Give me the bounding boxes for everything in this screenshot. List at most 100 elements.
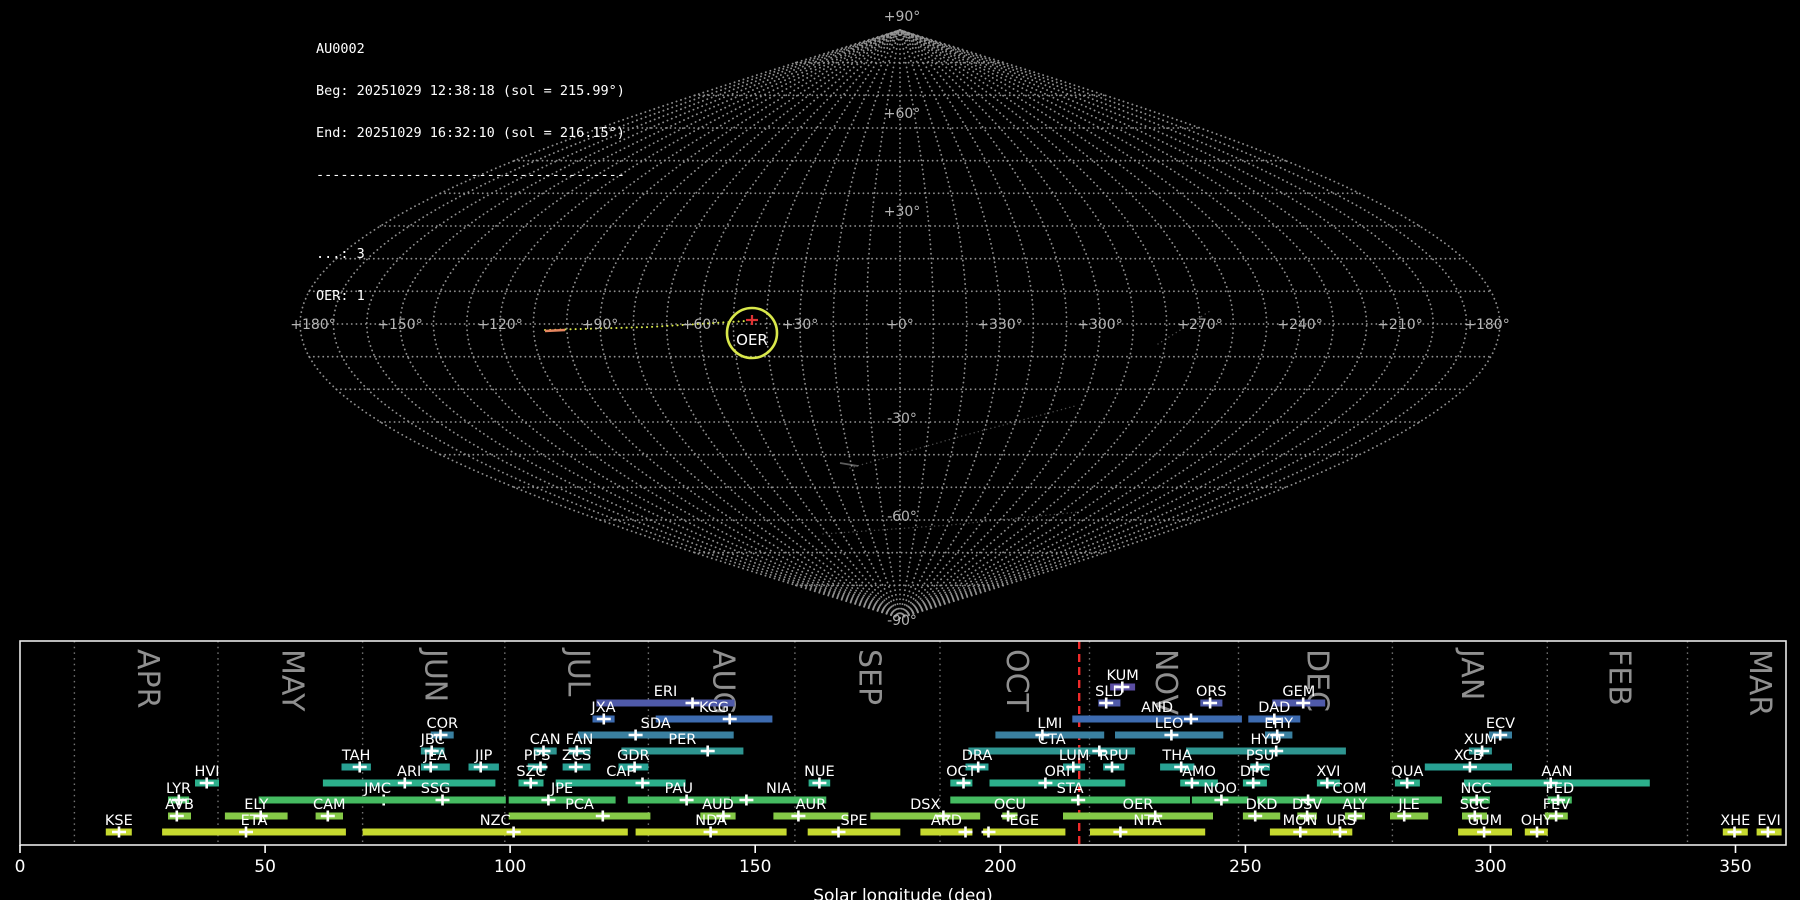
shower-code-label: QUA xyxy=(1391,764,1423,780)
shower-code-label: KSE xyxy=(105,813,133,829)
shower-code-label: DRA xyxy=(962,748,993,764)
shower-code-label: TAH xyxy=(341,748,371,764)
shower-code-label: LYR xyxy=(166,781,191,797)
month-label: FEB xyxy=(1601,649,1636,706)
map-longitude-label: +0° xyxy=(886,317,914,333)
shower-code-label: SLD xyxy=(1095,684,1123,700)
shower-activity-bar xyxy=(362,828,628,836)
shower-code-label: AUD xyxy=(702,797,734,813)
shower-code-label: SDA xyxy=(641,716,671,732)
shower-code-label: DPC xyxy=(1240,764,1270,780)
x-axis-title: Solar longitude (deg) xyxy=(813,886,993,900)
map-longitude-label: +240° xyxy=(1277,317,1322,333)
shower-code-label: CAP xyxy=(606,764,635,780)
observation-end: End: 20251029 16:32:10 (sol = 216.15°) xyxy=(316,125,625,141)
month-label: JUN xyxy=(418,647,453,702)
map-longitude-label: +180° xyxy=(1464,317,1509,333)
shower-code-label: XVI xyxy=(1316,764,1340,780)
shower-code-label: DAD xyxy=(1258,700,1290,716)
map-longitude-label: +330° xyxy=(977,317,1022,333)
shower-code-label: JIP xyxy=(474,748,493,764)
shower-code-label: NDA xyxy=(695,813,727,829)
faint-trail-head xyxy=(839,462,859,467)
shower-code-label: NOO xyxy=(1203,781,1237,797)
x-axis-tick-label: 300 xyxy=(1474,857,1506,877)
shower-code-label: JEA xyxy=(423,748,447,764)
shower-code-label: FED xyxy=(1545,781,1574,797)
map-latitude-label: +90° xyxy=(884,9,921,25)
x-axis-tick-label: 50 xyxy=(254,857,276,877)
shower-code-label: AVB xyxy=(165,797,194,813)
shower-code-label: ARD xyxy=(931,813,962,829)
shower-code-label: AMO xyxy=(1182,764,1216,780)
map-longitude-label: +300° xyxy=(1077,317,1122,333)
month-label: JUL xyxy=(561,647,596,697)
shower-code-label: ARI xyxy=(397,764,421,780)
shower-code-label: ORI xyxy=(1045,764,1071,780)
map-latitude-label: -90° xyxy=(887,613,917,629)
shower-code-label: RPU xyxy=(1099,748,1128,764)
shower-code-label: AAN xyxy=(1541,764,1572,780)
month-label: OCT xyxy=(999,649,1034,713)
observation-info: AU0002 Beg: 20251029 12:38:18 (sol = 215… xyxy=(316,14,625,345)
shower-code-label: URS xyxy=(1326,813,1356,829)
shower-code-label: PPS xyxy=(524,748,551,764)
shower-code-label: EGE xyxy=(1010,813,1040,829)
shower-code-label: THA xyxy=(1161,748,1192,764)
shower-code-label: COM xyxy=(1332,781,1366,797)
shower-code-label: XUM xyxy=(1464,732,1497,748)
shower-activity-bar xyxy=(508,812,651,820)
shower-code-label: ETA xyxy=(241,813,268,829)
shower-code-label: OER xyxy=(1123,797,1154,813)
shower-code-label: GDR xyxy=(617,748,649,764)
shower-activity-bar xyxy=(162,828,346,836)
map-longitude-label: +210° xyxy=(1377,317,1422,333)
shower-code-label: NUE xyxy=(804,764,835,780)
shower-code-label: EVI xyxy=(1757,813,1780,829)
shower-code-label: LEO xyxy=(1155,716,1184,732)
shower-code-label: DSX xyxy=(910,797,940,813)
shower-activity-bar xyxy=(508,796,616,804)
month-label: APR xyxy=(130,649,165,708)
shower-code-label: OHY xyxy=(1521,813,1552,829)
shower-activity-bar xyxy=(950,796,1190,804)
shower-code-label: SPE xyxy=(840,813,867,829)
shower-code-label: OCT xyxy=(946,764,977,780)
shower-activity-bar xyxy=(1090,828,1206,836)
map-latitude-label: -30° xyxy=(887,411,917,427)
shower-code-label: HVI xyxy=(194,764,219,780)
shower-code-label: ORS xyxy=(1196,684,1227,700)
shower-code-label: PAU xyxy=(665,781,693,797)
shower-activity-bar xyxy=(773,812,849,820)
shower-code-label: KUM xyxy=(1106,668,1138,684)
shower-code-label: SZC xyxy=(516,764,545,780)
shower-code-label: CAN xyxy=(530,732,561,748)
shower-code-label: NIA xyxy=(766,781,791,797)
observation-beg: Beg: 20251029 12:38:18 (sol = 215.99°) xyxy=(316,83,625,99)
info-separator: -------------------------------------- xyxy=(316,167,625,183)
map-latitude-label: +30° xyxy=(884,204,921,220)
map-longitude-label: +30° xyxy=(782,317,819,333)
shower-code-label: SSG xyxy=(421,781,451,797)
shower-code-label: PER xyxy=(668,732,696,748)
shower-code-label: GUM xyxy=(1468,813,1502,829)
unclassified-count: ...: 3 xyxy=(316,246,365,262)
shower-code-label: HYD xyxy=(1251,732,1282,748)
shower-code-label: OCU xyxy=(994,797,1026,813)
shower-code-label: ECV xyxy=(1486,716,1515,732)
shower-code-label: DSV xyxy=(1292,797,1322,813)
shower-code-label: LMI xyxy=(1037,716,1062,732)
radiant-label: OER xyxy=(736,331,768,349)
shower-code-label: AUR xyxy=(796,797,827,813)
shower-code-label: LUM xyxy=(1059,748,1089,764)
x-axis-tick-label: 150 xyxy=(739,857,771,877)
shower-code-label: CTA xyxy=(1038,732,1066,748)
month-label: JAN xyxy=(1454,647,1489,700)
shower-code-label: CAM xyxy=(313,797,346,813)
shower-activity-bar xyxy=(577,731,734,739)
shower-code-label: NCC xyxy=(1460,781,1491,797)
x-axis-tick-label: 0 xyxy=(15,857,26,877)
shower-code-label: JPE xyxy=(550,781,573,797)
month-label: SEP xyxy=(852,649,887,705)
shower-code-label: JBC xyxy=(420,732,445,748)
